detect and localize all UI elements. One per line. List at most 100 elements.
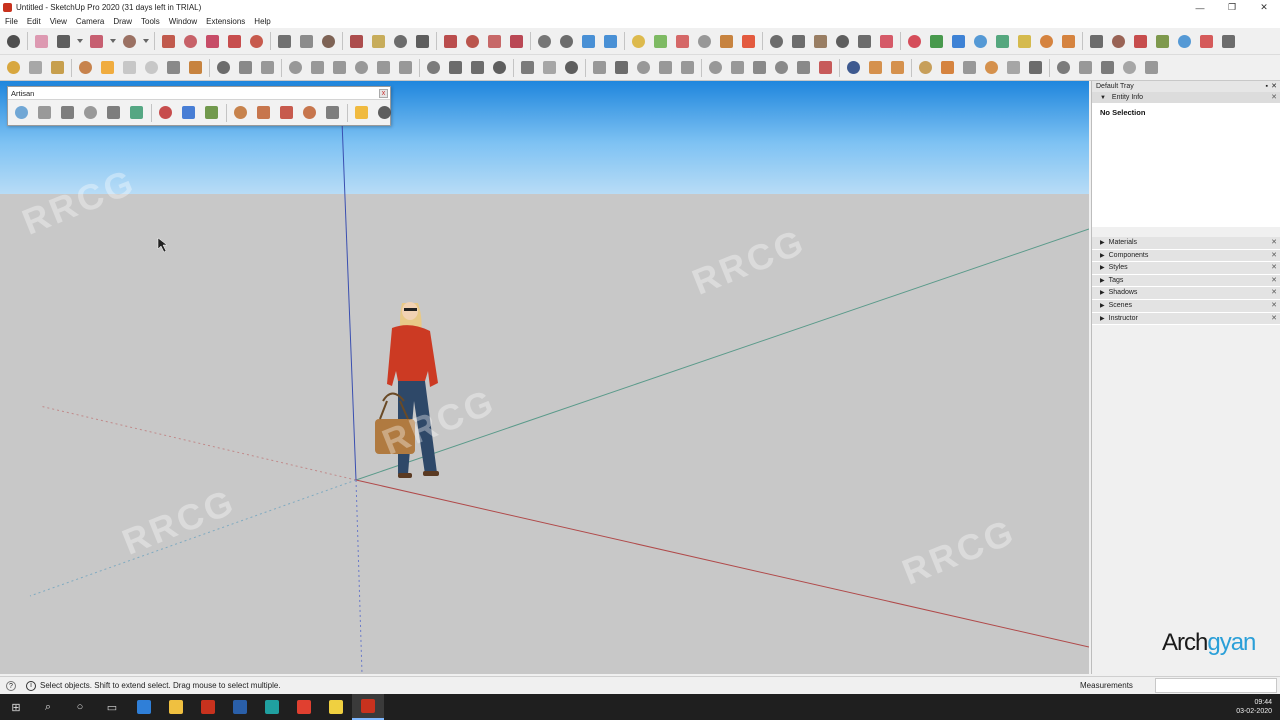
help-icon[interactable]: ? xyxy=(6,681,16,691)
gem-icon[interactable] xyxy=(772,58,791,77)
dome-icon[interactable] xyxy=(982,58,1001,77)
style-icon[interactable] xyxy=(866,58,885,77)
close-icon[interactable]: ✕ xyxy=(1271,287,1277,299)
help-icon[interactable] xyxy=(844,58,863,77)
textures-icon[interactable] xyxy=(374,58,393,77)
tray-panel-instructor[interactable]: ▶ Instructor ✕ xyxy=(1092,312,1280,326)
menu-edit[interactable]: Edit xyxy=(27,17,41,26)
compass-icon[interactable] xyxy=(888,58,907,77)
vertex-icon[interactable] xyxy=(231,103,250,122)
close-icon[interactable]: ✕ xyxy=(1271,313,1277,325)
close-icon[interactable]: ✕ xyxy=(1271,262,1277,274)
subtract-icon[interactable] xyxy=(651,32,670,51)
close-icon[interactable]: ✕ xyxy=(1271,81,1277,92)
scenes-icon[interactable] xyxy=(1087,32,1106,51)
tape-icon[interactable] xyxy=(938,58,957,77)
edge-icon[interactable] xyxy=(128,694,160,720)
camera-icon[interactable] xyxy=(424,58,443,77)
sphere-icon[interactable] xyxy=(728,58,747,77)
intersect-icon[interactable] xyxy=(855,32,874,51)
group-icon[interactable] xyxy=(656,58,675,77)
crease-icon[interactable] xyxy=(104,103,123,122)
menu-extensions[interactable]: Extensions xyxy=(206,17,245,26)
dropdown-icon[interactable] xyxy=(76,32,84,51)
menu-tools[interactable]: Tools xyxy=(141,17,160,26)
drape-icon[interactable] xyxy=(789,32,808,51)
fog-icon[interactable] xyxy=(1153,32,1172,51)
minimize-button[interactable]: — xyxy=(1184,0,1216,15)
zoom-icon[interactable] xyxy=(391,32,410,51)
tray-panel-materials[interactable]: ▶ Materials ✕ xyxy=(1092,237,1280,250)
solid-tools-icon[interactable] xyxy=(601,32,620,51)
follow-me-icon[interactable] xyxy=(181,32,200,51)
profile-icon[interactable] xyxy=(1026,58,1045,77)
display-section-icon[interactable] xyxy=(579,32,598,51)
views-front-icon[interactable] xyxy=(48,58,67,77)
add-detail-icon[interactable] xyxy=(811,32,830,51)
protractor-icon[interactable] xyxy=(927,32,946,51)
tray-panel-scenes[interactable]: ▶ Scenes ✕ xyxy=(1092,299,1280,313)
close-icon[interactable]: ✕ xyxy=(1271,92,1277,103)
building-icon[interactable] xyxy=(1076,58,1095,77)
lock-icon[interactable] xyxy=(678,58,697,77)
section-plane-icon[interactable] xyxy=(557,32,576,51)
position-camera-icon[interactable] xyxy=(993,32,1012,51)
sphere-icon[interactable] xyxy=(58,103,77,122)
dimension-icon[interactable] xyxy=(590,58,609,77)
search-icon[interactable]: ⌕ xyxy=(32,694,64,720)
views-iso-icon[interactable] xyxy=(4,58,23,77)
union-icon[interactable] xyxy=(629,32,648,51)
explorer-icon[interactable] xyxy=(160,694,192,720)
text-icon[interactable] xyxy=(297,32,316,51)
layers-icon[interactable] xyxy=(76,58,95,77)
gem-icon[interactable] xyxy=(750,58,769,77)
close-icon[interactable]: ✕ xyxy=(1271,237,1277,249)
menu-help[interactable]: Help xyxy=(254,17,270,26)
extension-warehouse-icon[interactable] xyxy=(463,32,482,51)
axes-icon[interactable] xyxy=(949,32,968,51)
knife-icon[interactable] xyxy=(81,103,100,122)
align-icon[interactable] xyxy=(562,58,581,77)
measurements-input[interactable] xyxy=(1155,678,1277,693)
info-icon[interactable]: i xyxy=(26,680,36,691)
x-ray-icon[interactable] xyxy=(258,58,277,77)
tray-panel-tags[interactable]: ▶ Tags ✕ xyxy=(1092,274,1280,288)
back-edges-icon[interactable] xyxy=(286,58,305,77)
car-icon[interactable] xyxy=(1054,58,1073,77)
close-icon[interactable]: ✕ xyxy=(1271,250,1277,262)
stop-icon[interactable] xyxy=(120,58,139,77)
render-icon[interactable] xyxy=(794,58,813,77)
warehouse-icon[interactable] xyxy=(441,32,460,51)
edge-icon[interactable] xyxy=(254,103,273,122)
wireframe-icon[interactable] xyxy=(308,58,327,77)
package-icon[interactable] xyxy=(1098,58,1117,77)
tray-panel-shadows[interactable]: ▶ Shadows ✕ xyxy=(1092,287,1280,300)
paint-select-icon[interactable] xyxy=(202,103,221,122)
system-clock[interactable]: 09:44 03-02-2020 xyxy=(1236,698,1272,716)
close-icon[interactable]: ✕ xyxy=(1271,275,1277,287)
menu-window[interactable]: Window xyxy=(169,17,197,26)
push-icon[interactable] xyxy=(127,103,146,122)
views-top-icon[interactable] xyxy=(26,58,45,77)
menu-camera[interactable]: Camera xyxy=(76,17,104,26)
cloud-icon[interactable] xyxy=(540,58,559,77)
revit-icon[interactable] xyxy=(224,694,256,720)
sketchup-icon[interactable] xyxy=(352,694,384,720)
artisan-panel-header[interactable]: Artisan x xyxy=(8,87,390,100)
outer-shell-icon[interactable] xyxy=(877,32,896,51)
play-icon[interactable] xyxy=(98,58,117,77)
edge-style-icon[interactable] xyxy=(518,58,537,77)
select-all-icon[interactable] xyxy=(323,103,342,122)
tray-panel-components[interactable]: ▶ Components ✕ xyxy=(1092,249,1280,263)
tools-icon[interactable] xyxy=(375,103,394,122)
arc-icon[interactable] xyxy=(87,32,106,51)
close-icon[interactable]: ✕ xyxy=(1271,300,1277,312)
face-style-icon[interactable] xyxy=(490,58,509,77)
pin-icon[interactable]: ▪ xyxy=(1266,81,1268,92)
push-pull-icon[interactable] xyxy=(159,32,178,51)
shaded-icon[interactable] xyxy=(352,58,371,77)
pan-icon[interactable] xyxy=(369,32,388,51)
tag-icon[interactable] xyxy=(1142,58,1161,77)
windows-start-icon[interactable]: ⊞ xyxy=(0,694,32,720)
monochrome-icon[interactable] xyxy=(396,58,415,77)
